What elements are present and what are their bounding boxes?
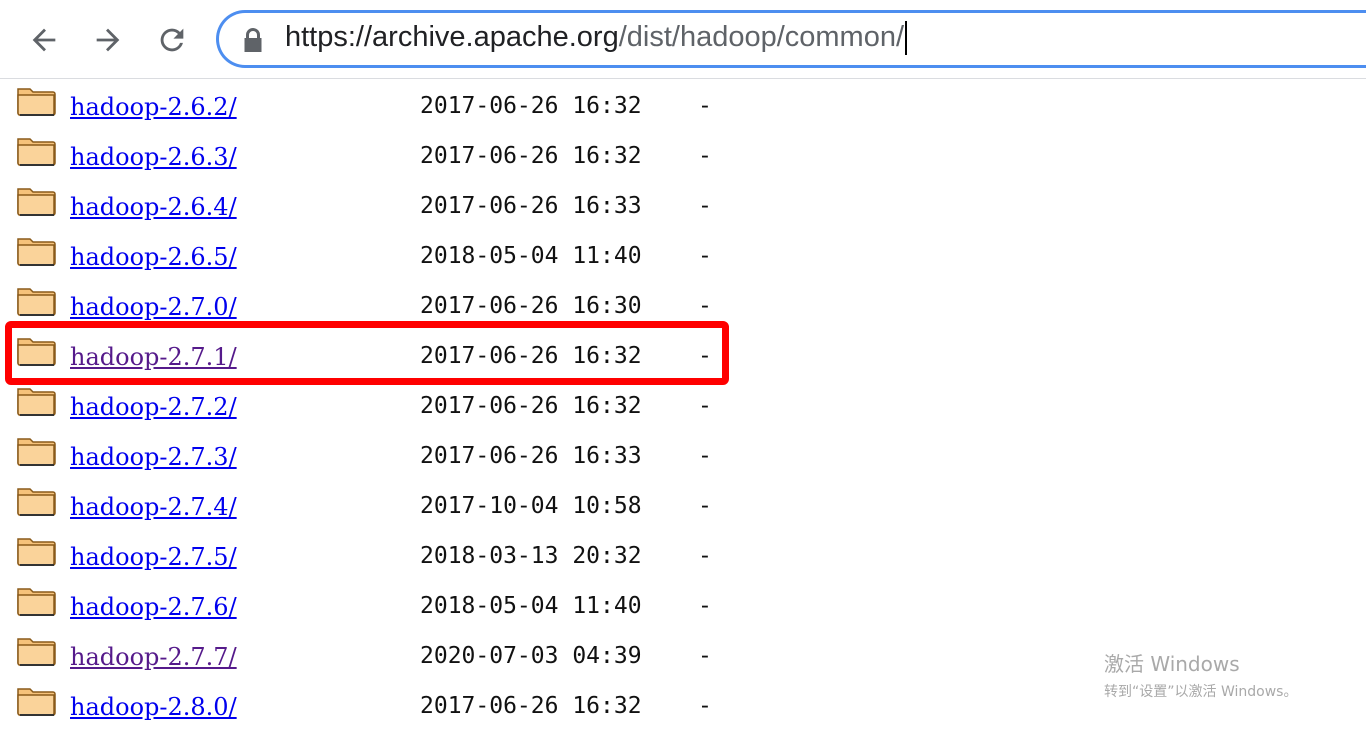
list-item: hadoop-2.8.0/2017-06-26 16:32 - xyxy=(0,679,760,729)
folder-icon xyxy=(17,588,56,616)
list-item: hadoop-2.6.2/2017-06-26 16:32 - xyxy=(0,79,760,129)
file-size: - xyxy=(698,343,712,369)
url-text[interactable]: https://archive.apache.org/dist/hadoop/c… xyxy=(285,21,908,56)
modified-date: 2017-06-26 16:32 xyxy=(420,143,642,169)
list-item: hadoop-2.7.4/2017-10-04 10:58 - xyxy=(0,479,760,529)
file-size: - xyxy=(698,193,712,219)
browser-toolbar: https://archive.apache.org/dist/hadoop/c… xyxy=(0,0,1366,79)
list-item: hadoop-2.6.4/2017-06-26 16:33 - xyxy=(0,179,760,229)
list-item: hadoop-2.7.5/2018-03-13 20:32 - xyxy=(0,529,760,579)
lock-icon xyxy=(244,28,262,52)
directory-link[interactable]: hadoop-2.7.5/ xyxy=(70,543,237,571)
text-caret xyxy=(905,21,908,56)
modified-date: 2017-06-26 16:32 xyxy=(420,93,642,119)
list-item: hadoop-2.7.7/2020-07-03 04:39 - xyxy=(0,629,760,679)
url-host: https://archive.apache.org xyxy=(285,21,619,53)
watermark-title: 激活 Windows xyxy=(1104,652,1240,676)
directory-link[interactable]: hadoop-2.6.5/ xyxy=(70,243,237,271)
list-item: hadoop-2.7.0/2017-06-26 16:30 - xyxy=(0,279,760,329)
list-item: hadoop-2.7.2/2017-06-26 16:32 - xyxy=(0,379,760,429)
list-item: hadoop-2.7.1/2017-06-26 16:32 - xyxy=(0,329,760,379)
file-size: - xyxy=(698,143,712,169)
reload-button[interactable] xyxy=(152,20,192,60)
modified-date: 2017-06-26 16:32 xyxy=(420,693,642,719)
file-size: - xyxy=(698,243,712,269)
directory-link[interactable]: hadoop-2.7.7/ xyxy=(70,643,237,671)
directory-link[interactable]: hadoop-2.7.3/ xyxy=(70,443,237,471)
folder-icon xyxy=(17,238,56,266)
modified-date: 2018-05-04 11:40 xyxy=(420,593,642,619)
watermark-subtitle: 转到“设置”以激活 Windows。 xyxy=(1104,684,1298,700)
folder-icon xyxy=(17,388,56,416)
modified-date: 2017-06-26 16:32 xyxy=(420,343,642,369)
folder-icon xyxy=(17,288,56,316)
folder-icon xyxy=(17,538,56,566)
modified-date: 2018-03-13 20:32 xyxy=(420,543,642,569)
folder-icon xyxy=(17,438,56,466)
address-bar[interactable]: https://archive.apache.org/dist/hadoop/c… xyxy=(216,10,1366,68)
directory-link[interactable]: hadoop-2.7.6/ xyxy=(70,593,237,621)
directory-link[interactable]: hadoop-2.8.0/ xyxy=(70,693,237,721)
folder-icon xyxy=(17,638,56,666)
folder-icon xyxy=(17,488,56,516)
arrow-left-icon xyxy=(32,28,56,52)
list-item: hadoop-2.7.6/2018-05-04 11:40 - xyxy=(0,579,760,629)
file-size: - xyxy=(698,593,712,619)
modified-date: 2020-07-03 04:39 xyxy=(420,643,642,669)
directory-link[interactable]: hadoop-2.7.4/ xyxy=(70,493,237,521)
folder-icon xyxy=(17,338,56,366)
list-item: hadoop-2.6.3/2017-06-26 16:32 - xyxy=(0,129,760,179)
file-size: - xyxy=(698,543,712,569)
directory-link[interactable]: hadoop-2.6.3/ xyxy=(70,143,237,171)
file-size: - xyxy=(698,93,712,119)
forward-button[interactable] xyxy=(88,20,128,60)
directory-link[interactable]: hadoop-2.7.0/ xyxy=(70,293,237,321)
folder-icon xyxy=(17,688,56,716)
file-size: - xyxy=(698,393,712,419)
list-item: hadoop-2.7.3/2017-06-26 16:33 - xyxy=(0,429,760,479)
modified-date: 2017-06-26 16:32 xyxy=(420,393,642,419)
folder-icon xyxy=(17,88,56,116)
file-size: - xyxy=(698,293,712,319)
folder-icon xyxy=(17,188,56,216)
url-path: /dist/hadoop/common/ xyxy=(618,21,905,53)
directory-link[interactable]: hadoop-2.7.1/ xyxy=(70,343,237,371)
windows-activation-watermark: 激活 Windows 转到“设置”以激活 Windows。 xyxy=(1104,648,1297,701)
reload-icon xyxy=(160,28,184,52)
file-size: - xyxy=(698,443,712,469)
modified-date: 2017-06-26 16:30 xyxy=(420,293,642,319)
file-size: - xyxy=(698,493,712,519)
modified-date: 2017-06-26 16:33 xyxy=(420,193,642,219)
directory-link[interactable]: hadoop-2.6.2/ xyxy=(70,93,237,121)
back-button[interactable] xyxy=(24,20,64,60)
arrow-right-icon xyxy=(96,28,120,52)
modified-date: 2017-10-04 10:58 xyxy=(420,493,642,519)
list-item: hadoop-2.6.5/2018-05-04 11:40 - xyxy=(0,229,760,279)
directory-link[interactable]: hadoop-2.6.4/ xyxy=(70,193,237,221)
folder-icon xyxy=(17,138,56,166)
modified-date: 2017-06-26 16:33 xyxy=(420,443,642,469)
modified-date: 2018-05-04 11:40 xyxy=(420,243,642,269)
file-size: - xyxy=(698,643,712,669)
file-size: - xyxy=(698,693,712,719)
directory-link[interactable]: hadoop-2.7.2/ xyxy=(70,393,237,421)
